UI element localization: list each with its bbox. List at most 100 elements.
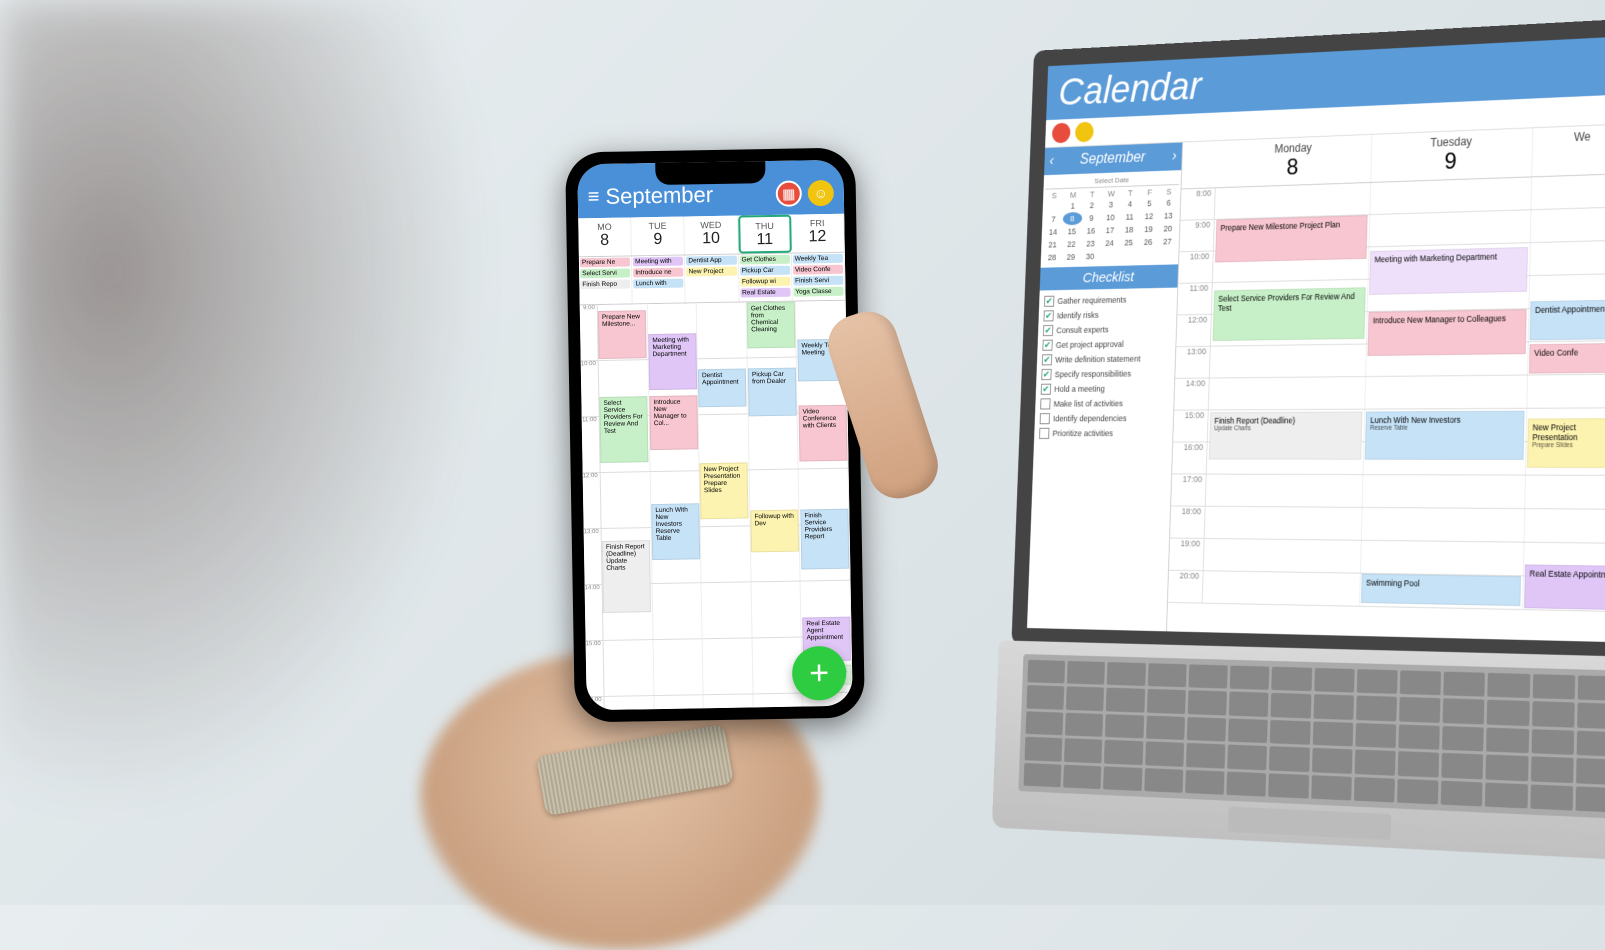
lev-swimming[interactable]: Swimming Pool [1361,574,1521,606]
check-item[interactable]: ✔Specify responsibilities [1041,366,1169,382]
mini-cal-day[interactable]: 13 [1158,209,1178,223]
evt-dentist[interactable]: Dentist Appointment [698,368,747,407]
mini-cal-day[interactable]: 29 [1061,250,1080,263]
side-month-label[interactable]: September [1080,149,1146,168]
laptop-day-header[interactable]: Tuesday9 [1371,128,1533,182]
allday-chip[interactable]: Finish Repo [580,279,630,289]
mini-cal-day[interactable]: 12 [1139,210,1159,223]
allday-chip[interactable]: Video Confe [793,265,843,275]
allday-chip[interactable]: Pickup Car [740,266,790,276]
evt-meeting-marketing[interactable]: Meeting with Marketing Department [648,333,697,390]
mini-cal-day[interactable]: 28 [1042,251,1061,264]
people-icon[interactable]: ☺ [808,180,834,206]
allday-chip[interactable]: Lunch with [633,279,683,289]
checkbox-icon[interactable] [1040,413,1050,424]
allday-chip[interactable]: Yoga Classe [793,287,843,297]
lev-select-svc[interactable]: Select Service Providers For Review And … [1213,287,1366,341]
mini-cal-day[interactable]: 25 [1119,236,1139,249]
checkbox-icon[interactable]: ✔ [1041,384,1051,395]
mini-cal-day[interactable]: 19 [1139,222,1159,235]
mini-cal-day[interactable]: 8 [1063,212,1082,225]
mini-cal-day[interactable]: 17 [1100,224,1120,237]
evt-finish-service[interactable]: Finish Service Providers Report [800,509,849,570]
lev-meeting-mkt[interactable]: Meeting with Marketing Department [1369,247,1528,295]
next-month-icon[interactable]: › [1172,148,1177,165]
check-item[interactable]: ✔Hold a meeting [1041,381,1170,397]
lev-finish-report[interactable]: Finish Report (Deadline)Update Charts [1209,412,1363,460]
check-item[interactable]: Identify dependencies [1040,411,1169,426]
check-item[interactable]: Make list of activities [1040,396,1169,412]
check-item[interactable]: Prioritize activities [1039,426,1168,441]
day-header[interactable]: WED10 [685,216,739,255]
prev-month-icon[interactable]: ‹ [1049,153,1054,169]
mini-cal-day[interactable]: 16 [1081,224,1101,237]
mini-cal-day[interactable]: 21 [1043,238,1062,251]
evt-finish-report[interactable]: Finish Report (Deadline) Update Charts [602,540,651,613]
laptop-day-header[interactable]: Monday8 [1216,135,1372,188]
menu-icon[interactable]: ≡ [588,185,600,208]
allday-chip[interactable]: Followup wi [740,277,790,287]
allday-chip[interactable]: Finish Servi [793,276,843,286]
mini-cal-day[interactable]: 24 [1100,236,1120,249]
allday-chip[interactable]: Meeting with [633,257,683,267]
mini-cal-day[interactable]: 6 [1159,196,1179,210]
lev-intro-mgr[interactable]: Introduce New Manager to Colleagues [1367,309,1526,356]
allday-chip[interactable]: Introduce ne [633,268,683,278]
day-header[interactable]: FRI12 [791,214,845,253]
mini-cal-day[interactable]: 11 [1120,210,1140,223]
day-header[interactable]: THU11 [738,215,792,254]
mini-cal-day[interactable]: 1 [1063,199,1082,212]
checkbox-icon[interactable]: ✔ [1043,325,1053,336]
evt-lunch-investors[interactable]: Lunch With New Investors Reserve Table [651,503,700,560]
evt-get-clothes[interactable]: Get Clothes from Chemical Cleaning [747,302,796,349]
evt-prepare-milestone[interactable]: Prepare New Milestone... [598,310,647,359]
laptop-day-header[interactable]: We [1532,124,1605,176]
clock-icon[interactable] [1075,122,1094,143]
mini-calendar[interactable]: Select Date SMTWTFS 12345678910111213141… [1041,170,1182,268]
allday-chip[interactable]: Select Servi [580,268,630,278]
mini-cal-day[interactable]: 14 [1043,225,1062,238]
checkbox-icon[interactable]: ✔ [1043,310,1053,321]
check-item[interactable]: ✔Get project approval [1042,336,1170,353]
mini-cal-day[interactable]: 7 [1044,213,1063,226]
mini-cal-day[interactable]: 26 [1138,235,1158,248]
mini-cal-day[interactable]: 30 [1080,250,1100,263]
allday-chip[interactable]: Get Clothes [739,255,789,265]
day-header[interactable]: MO8 [578,217,632,256]
evt-intro-manager[interactable]: Introduce New Manager to Col... [649,395,698,450]
mini-cal-day[interactable]: 10 [1101,211,1121,224]
mini-cal-day[interactable]: 22 [1062,238,1081,251]
mini-cal-day[interactable]: 4 [1120,197,1140,210]
lev-new-project[interactable]: New Project PresentationPrepare Slides [1527,418,1605,468]
allday-chip[interactable]: New Project [686,267,736,277]
checkbox-icon[interactable]: ✔ [1044,296,1054,307]
checkbox-icon[interactable]: ✔ [1042,340,1052,351]
checkbox-icon[interactable]: ✔ [1042,354,1052,365]
evt-new-project[interactable]: New Project Presentation Prepare Slides [699,462,748,519]
allday-chip[interactable]: Dentist App [686,256,736,266]
check-item[interactable]: ✔Write definition statement [1042,351,1170,367]
laptop-hour-grid[interactable]: 8:009:0010:0011:0012:0013:0014:0015:0016… [1167,174,1605,642]
allday-chip[interactable]: Prepare Ne [580,257,630,267]
calendar-icon[interactable]: ▦ [776,180,802,206]
checkbox-icon[interactable] [1040,398,1050,409]
evt-followup-dev[interactable]: Followup with Dev [750,510,799,553]
lev-dentist[interactable]: Dentist Appointment [1530,299,1605,340]
allday-chip[interactable]: Real Estate [740,288,790,298]
phone-month-label[interactable]: September [605,181,770,210]
checkbox-icon[interactable] [1039,428,1049,439]
mini-cal-day[interactable]: 3 [1101,198,1121,211]
mini-cal-day[interactable]: 5 [1139,197,1159,211]
evt-pickup-car[interactable]: Pickup Car from Dealer [748,368,797,417]
day-header[interactable]: TUE9 [631,216,685,255]
mini-cal-day[interactable]: 27 [1158,235,1178,248]
lev-lunch-investors[interactable]: Lunch With New InvestorsReserve Table [1365,411,1525,460]
lev-prepare-plan[interactable]: Prepare New Milestone Project Plan [1215,215,1368,262]
mini-cal-day[interactable]: 18 [1119,223,1139,236]
mini-cal-day[interactable]: 15 [1062,225,1081,238]
allday-chip[interactable]: Weekly Tea [793,254,843,264]
checkbox-icon[interactable]: ✔ [1041,369,1051,380]
evt-video-conf[interactable]: Video Conference with Clients [798,405,847,462]
lev-video-conf[interactable]: Video Confe [1529,343,1605,374]
mini-cal-day[interactable]: 2 [1082,199,1102,212]
